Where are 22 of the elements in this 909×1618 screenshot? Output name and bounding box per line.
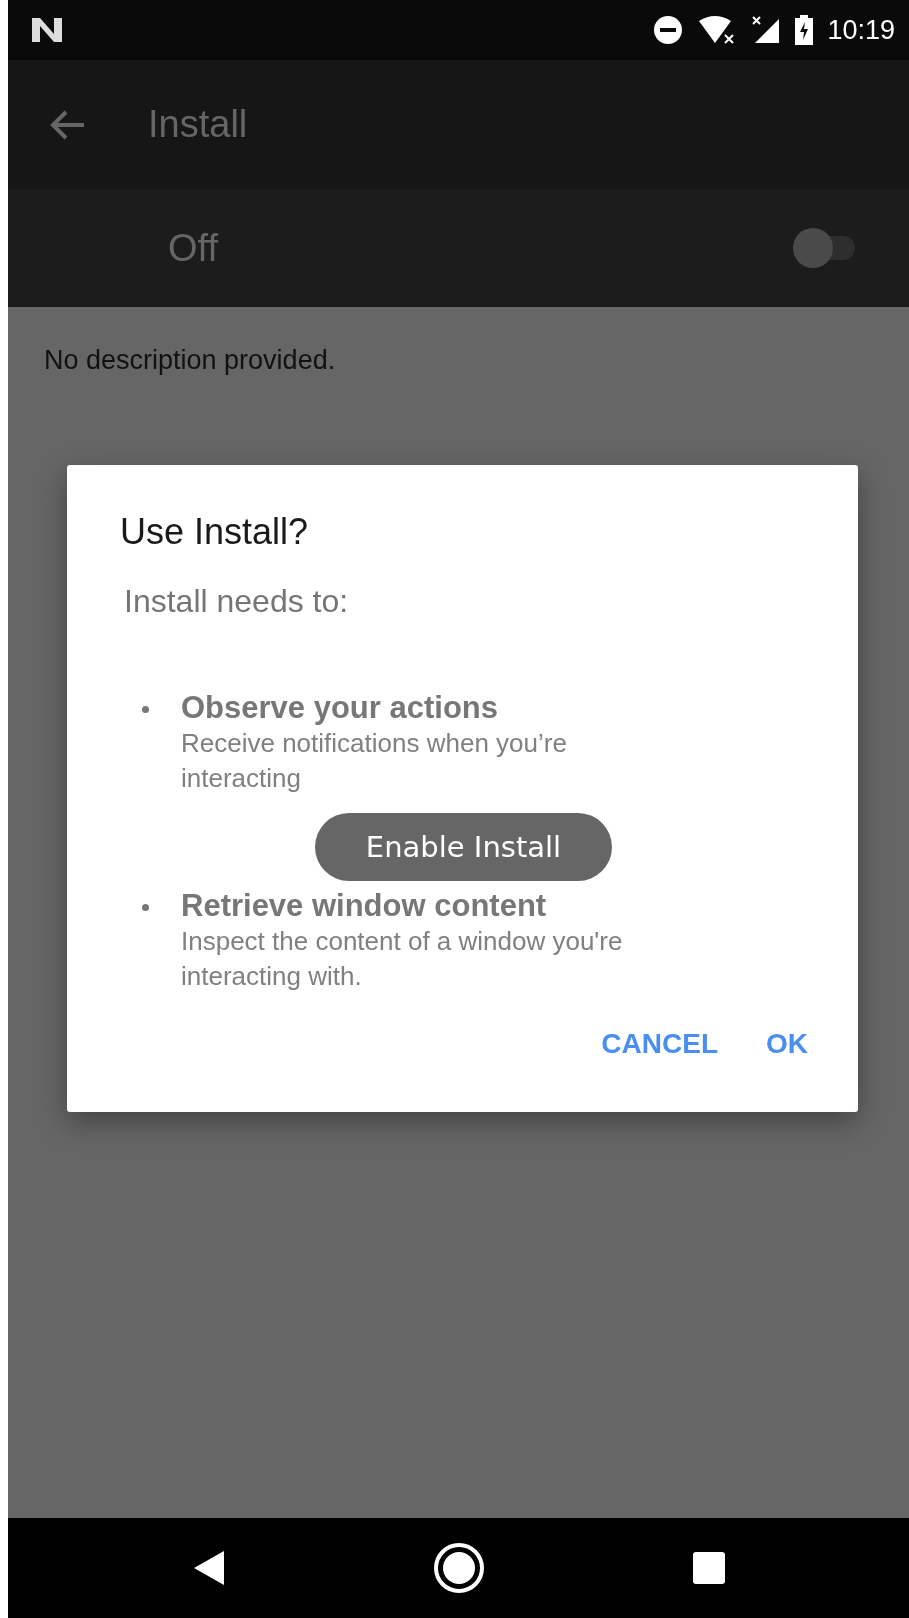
dialog-button[interactable]: OK <box>746 1018 828 1070</box>
permission-title: Retrieve window content <box>181 888 547 924</box>
recents-icon[interactable] <box>691 1551 726 1585</box>
bullet-icon <box>142 706 149 713</box>
permission-detail: Receive notifications when you’re interacting <box>181 727 568 795</box>
home-icon[interactable] <box>432 1542 485 1594</box>
dialog-button[interactable]: CANCEL <box>581 1018 738 1070</box>
signal-icon <box>751 15 782 45</box>
dialog-intro: Install needs to: <box>124 583 349 620</box>
do-not-disturb-icon <box>653 15 684 45</box>
dialog-title: Use Install? <box>120 511 309 553</box>
switch-label: Off <box>168 226 218 270</box>
battery-charging-icon <box>795 15 814 45</box>
toolbar-title: Install <box>148 103 248 146</box>
permission-detail: Inspect the content of a window you're interacting with. <box>181 925 624 993</box>
clock-time: 10:19 <box>827 14 895 46</box>
toast-message: Enable Install <box>315 813 612 881</box>
bullet-icon <box>142 904 149 911</box>
description-text: No description provided. <box>44 345 336 375</box>
permission-title: Observe your actions <box>181 690 498 726</box>
notification-icon <box>30 16 64 44</box>
back-arrow-icon[interactable] <box>50 108 86 141</box>
